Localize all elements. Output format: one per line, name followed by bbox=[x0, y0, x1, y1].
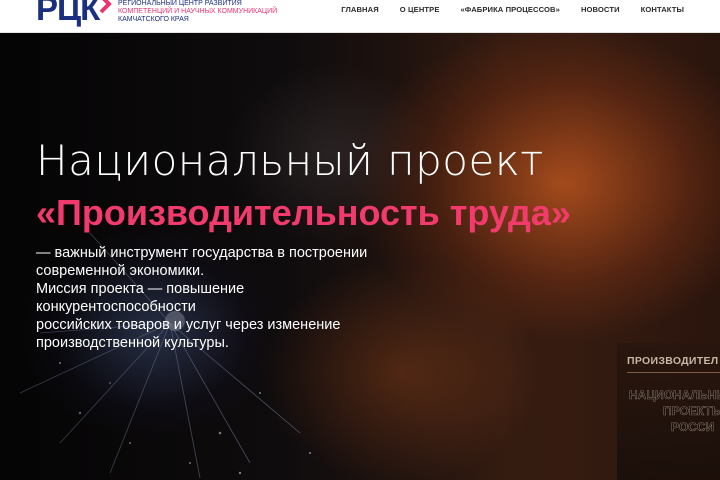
site-header: РЦК РЕГИОНАЛЬНЫЙ ЦЕНТР РАЗВИТИЯ КОМПЕТЕН… bbox=[0, 0, 720, 33]
hero-title: Национальный проект bbox=[36, 136, 544, 185]
description-line: Миссия проекта — повышение конкурентоспо… bbox=[36, 281, 245, 315]
description-line: производственной культуры. bbox=[36, 335, 229, 351]
nav-home[interactable]: ГЛАВНАЯ bbox=[341, 5, 379, 14]
national-project-poster: ПРОИЗВОДИТЕЛ НАЦИОНАЛЬНЫ ПРОЕКТЬ РОССИ bbox=[617, 343, 720, 480]
poster-divider bbox=[627, 372, 720, 373]
nav-process-factory[interactable]: «ФАБРИКА ПРОЦЕССОВ» bbox=[460, 5, 559, 14]
description-line: российских товаров и услуг через изменен… bbox=[36, 317, 341, 333]
logo-chevron-icon bbox=[99, 0, 112, 14]
poster-line: ПРОЕКТЬ bbox=[663, 404, 720, 418]
hero-banner: Национальный проект «Производительность … bbox=[0, 33, 720, 480]
poster-text: НАЦИОНАЛЬНЫ ПРОЕКТЬ РОССИ bbox=[629, 387, 720, 435]
main-nav: ГЛАВНАЯ О ЦЕНТРЕ «ФАБРИКА ПРОЦЕССОВ» НОВ… bbox=[341, 5, 684, 14]
nav-news[interactable]: НОВОСТИ bbox=[581, 5, 620, 14]
logo-text-line3: КАМЧАТСКОГО КРАЯ bbox=[118, 16, 189, 23]
poster-heading: ПРОИЗВОДИТЕЛ bbox=[627, 355, 719, 367]
logo-text-line1: РЕГИОНАЛЬНЫЙ ЦЕНТР РАЗВИТИЯ bbox=[118, 0, 242, 7]
logo-text: РЕГИОНАЛЬНЫЙ ЦЕНТР РАЗВИТИЯ КОМПЕТЕНЦИЙ … bbox=[118, 0, 277, 24]
poster-line: НАЦИОНАЛЬНЫ bbox=[629, 388, 720, 402]
nav-contacts[interactable]: КОНТАКТЫ bbox=[641, 5, 684, 14]
description-line: — важный инструмент государства в постро… bbox=[36, 245, 368, 261]
nav-about[interactable]: О ЦЕНТРЕ bbox=[400, 5, 440, 14]
logo-letters: РЦК bbox=[36, 0, 100, 27]
site-logo[interactable]: РЦК РЕГИОНАЛЬНЫЙ ЦЕНТР РАЗВИТИЯ КОМПЕТЕН… bbox=[36, 0, 277, 26]
hero-subtitle: «Производительность труда» bbox=[36, 192, 571, 233]
description-line: современной экономики. bbox=[36, 263, 205, 279]
poster-line: РОССИ bbox=[671, 420, 715, 434]
logo-mark: РЦК bbox=[36, 0, 116, 26]
logo-text-line2: КОМПЕТЕНЦИЙ И НАУЧНЫХ КОММУНИКАЦИЙ bbox=[118, 8, 278, 15]
hero-description: — важный инструмент государства в постро… bbox=[36, 244, 396, 352]
